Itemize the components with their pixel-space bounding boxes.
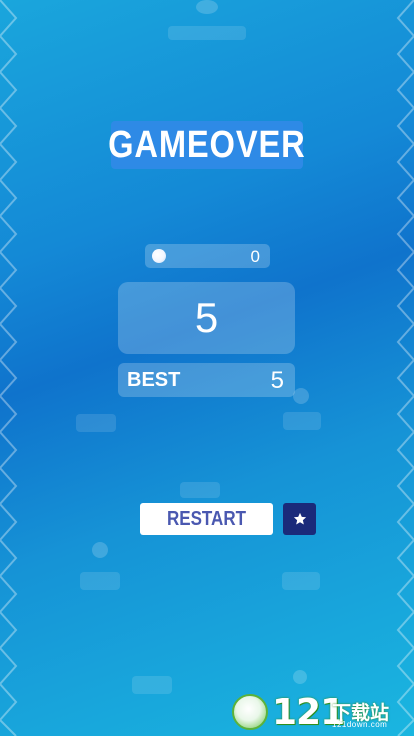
- best-score-label: BEST: [127, 369, 181, 391]
- background-tile: [282, 572, 320, 590]
- background-orb: [196, 0, 218, 14]
- coin-count: 0: [250, 247, 260, 266]
- right-zigzag-edge: [396, 0, 414, 736]
- restart-button[interactable]: RESTART: [140, 503, 273, 535]
- watermark-logo: 121 下载站 121down.com: [232, 692, 410, 733]
- game-over-banner: GAMEOVER: [108, 121, 306, 169]
- background-tile: [168, 26, 246, 40]
- background-tile: [76, 414, 116, 432]
- background-tile: [283, 412, 321, 430]
- coin-counter: 0: [145, 244, 270, 268]
- current-score: 5: [194, 294, 219, 341]
- restart-button-label: RESTART: [166, 507, 247, 530]
- background-orb: [293, 388, 309, 404]
- background-tile: [180, 482, 220, 498]
- background-orb: [92, 542, 108, 558]
- background-tile: [80, 572, 120, 590]
- star-button[interactable]: [283, 503, 316, 535]
- coin-icon: [152, 249, 166, 263]
- background-orb: [293, 670, 307, 684]
- left-zigzag-edge: [0, 0, 18, 736]
- best-score-value: 5: [270, 367, 284, 394]
- best-score-bar: BEST 5: [118, 363, 295, 397]
- background-tile: [132, 676, 172, 694]
- game-over-title: GAMEOVER: [108, 123, 306, 166]
- watermark-ball-icon: [232, 694, 268, 730]
- star-icon: [293, 512, 306, 525]
- watermark-url: 121down.com: [332, 720, 388, 729]
- score-panel: 5: [118, 282, 295, 354]
